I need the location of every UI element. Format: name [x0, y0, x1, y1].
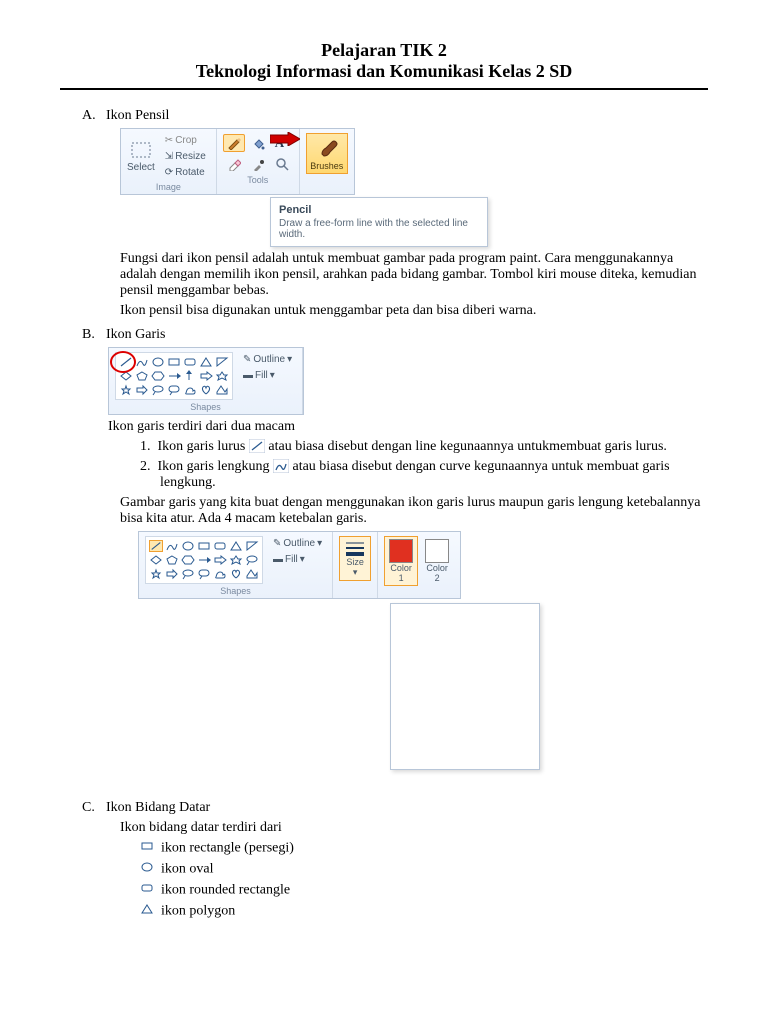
- page-subtitle: Teknologi Informasi dan Komunikasi Kelas…: [60, 61, 708, 82]
- section-b-intro: Ikon garis terdiri dari dua macam: [108, 419, 708, 435]
- rounded-rectangle-icon: [140, 882, 154, 894]
- section-b-item2: 2. Ikon garis lengkung atau biasa disebu…: [140, 459, 708, 491]
- section-c-poly: ikon polygon: [140, 903, 708, 920]
- section-heading-b: B.Ikon Garis: [82, 327, 708, 343]
- section-b-item1: 1. Ikon garis lurus atau biasa disebut d…: [140, 439, 708, 455]
- outline-button[interactable]: ✎ Outline ▾: [239, 352, 296, 367]
- crop-button[interactable]: ✂ Crop: [161, 133, 201, 148]
- section-c-rect: ikon rectangle (persegi): [140, 840, 708, 857]
- rotate-button[interactable]: ⟳ Rotate: [161, 165, 209, 180]
- section-heading-c: C.Ikon Bidang Datar: [82, 800, 708, 816]
- eraser-icon[interactable]: [223, 155, 245, 173]
- brushes-button[interactable]: Brushes: [306, 133, 348, 174]
- section-c-rrect: ikon rounded rectangle: [140, 882, 708, 899]
- curve-icon: [273, 459, 289, 473]
- paint-ribbon-a: Select ✂ Crop ⇲ Resize ⟳ Rotate Image: [120, 128, 355, 195]
- section-heading-a: A.Ikon Pensil: [82, 108, 708, 124]
- size-button[interactable]: Size ▾: [339, 536, 371, 581]
- polygon-icon: [140, 903, 154, 915]
- section-a-para1: Fungsi dari ikon pensil adalah untuk mem…: [120, 251, 708, 299]
- fill-button[interactable]: ▬ Fill ▾: [239, 368, 279, 383]
- paint-ribbon-shapes-2: ✎ Outline ▾ ▬ Fill ▾ Shapes Size ▾ Color…: [138, 531, 461, 599]
- section-b-para: Gambar garis yang kita buat dengan mengg…: [120, 495, 708, 527]
- text-icon[interactable]: A: [271, 133, 288, 153]
- page-title: Pelajaran TIK 2: [60, 40, 708, 61]
- outline-button-2[interactable]: ✎ Outline ▾: [269, 536, 326, 551]
- magnifier-icon[interactable]: [271, 155, 293, 173]
- paint-ribbon-shapes-1: ✎ Outline ▾ ▬ Fill ▾ Shapes: [108, 347, 304, 415]
- horizontal-rule: [60, 88, 708, 90]
- section-c-oval: ikon oval: [140, 861, 708, 878]
- resize-button[interactable]: ⇲ Resize: [161, 149, 210, 164]
- color1-button[interactable]: Color 1: [384, 536, 418, 586]
- shapes-gallery[interactable]: [115, 352, 233, 400]
- thickness-menu[interactable]: [390, 603, 540, 770]
- color2-button[interactable]: Color 2: [420, 536, 454, 586]
- select-button[interactable]: Select: [127, 162, 155, 173]
- section-c-intro: Ikon bidang datar terdiri dari: [120, 820, 708, 836]
- picker-icon[interactable]: [247, 155, 269, 173]
- fill-icon[interactable]: [247, 134, 269, 152]
- fill-button-2[interactable]: ▬ Fill ▾: [269, 552, 309, 567]
- pencil-tooltip: Pencil Draw a free-form line with the se…: [270, 197, 488, 247]
- shapes-gallery-2[interactable]: [145, 536, 263, 584]
- oval-icon: [140, 861, 154, 873]
- pencil-icon[interactable]: [223, 134, 245, 152]
- section-a-para2: Ikon pensil bisa digunakan untuk menggam…: [120, 303, 708, 319]
- line-icon: [249, 439, 265, 453]
- rectangle-icon: [140, 840, 154, 852]
